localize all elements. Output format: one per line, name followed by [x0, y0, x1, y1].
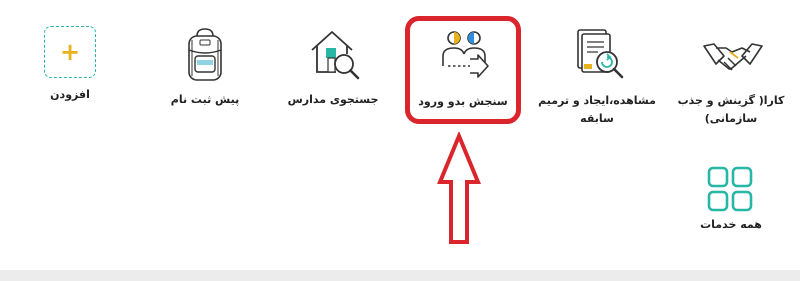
service-kara-label-line2: سازمانی)	[704, 112, 758, 125]
service-add-label: افزودن	[50, 88, 90, 101]
service-add[interactable]: + افزودن	[5, 20, 135, 110]
service-all[interactable]: همه خدمات	[666, 160, 796, 240]
service-preregistration[interactable]: پیش ثبت نام	[140, 20, 270, 115]
document-search-icon	[577, 29, 624, 79]
service-history-label-line1: مشاهده،ایجاد و ترمیم	[538, 94, 656, 107]
service-kara-label-line1: کارا( گزینش و جذب	[677, 94, 785, 107]
up-arrow-annotation	[437, 132, 481, 244]
service-kara[interactable]: کارا( گزینش و جذب سازمانی)	[666, 20, 796, 130]
handshake-icon	[703, 43, 763, 71]
add-box[interactable]: +	[44, 26, 96, 78]
house-search-icon	[311, 31, 360, 80]
backpack-icon	[188, 28, 222, 81]
plus-icon: +	[59, 38, 81, 66]
service-preregistration-label: پیش ثبت نام	[170, 93, 240, 106]
grid-icon	[707, 166, 753, 212]
service-history[interactable]: مشاهده،ایجاد و ترمیم سابقه	[532, 20, 662, 130]
service-history-label-line2: سابقه	[580, 112, 614, 125]
service-all-label: همه خدمات	[700, 218, 762, 231]
bottom-strip	[0, 270, 800, 281]
service-school-search-label: جستجوی مدارس	[287, 93, 379, 106]
highlight-frame	[405, 16, 521, 124]
service-school-search[interactable]: جستجوی مدارس	[268, 20, 398, 115]
